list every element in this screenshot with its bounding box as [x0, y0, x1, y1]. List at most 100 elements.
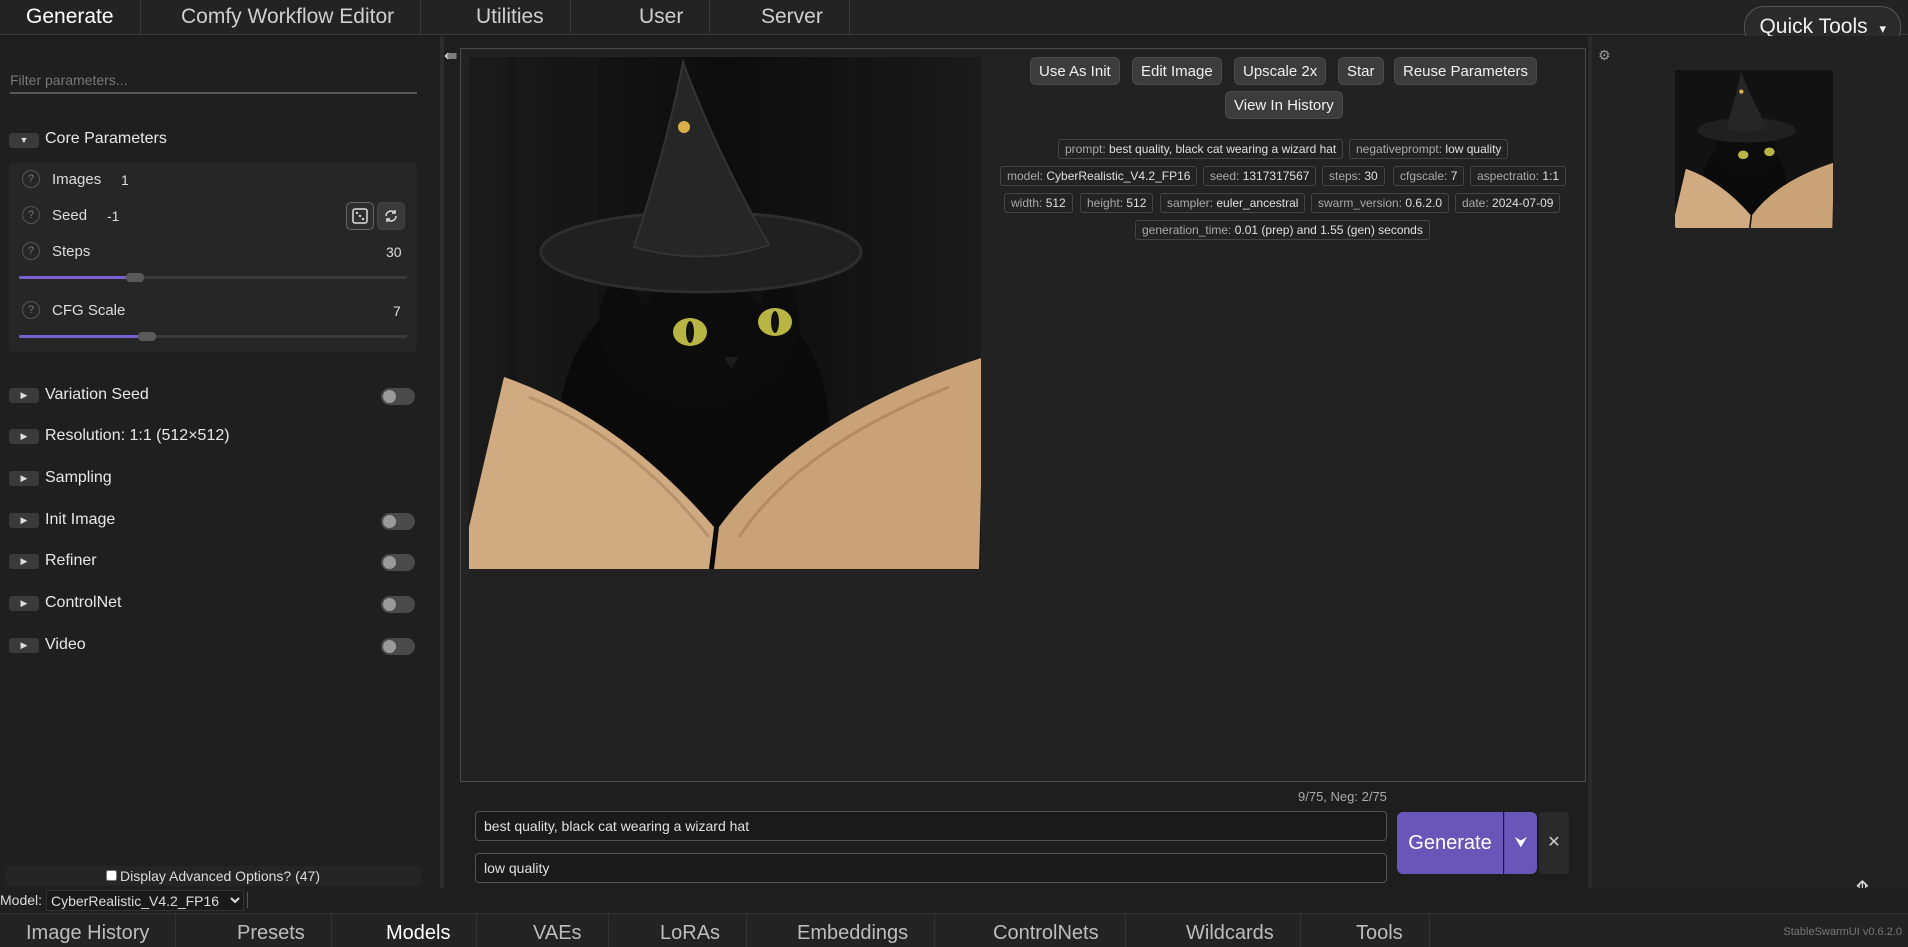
meta-key: date: [1462, 196, 1489, 210]
meta-key: swarm_version: [1318, 196, 1403, 210]
expand-icon[interactable]: ▶ [9, 554, 39, 569]
steps-slider-thumb[interactable] [126, 273, 145, 282]
expand-icon[interactable]: ▶ [9, 471, 39, 486]
init-image-toggle[interactable] [381, 513, 415, 530]
group-init-image[interactable]: Init Image [45, 511, 115, 529]
help-icon[interactable]: ? [22, 170, 40, 188]
cfg-scale-value[interactable]: 7 [393, 303, 401, 319]
help-icon[interactable]: ? [22, 242, 40, 260]
meta-value: euler_ancestral [1216, 196, 1299, 210]
meta-swarm-version: swarm_version: 0.6.2.0 [1311, 193, 1450, 213]
tab-vaes[interactable]: VAEs [507, 914, 609, 947]
group-video[interactable]: Video [45, 636, 86, 654]
negative-prompt-input[interactable]: low quality [475, 853, 1387, 883]
images-value[interactable]: 1 [121, 172, 129, 188]
gear-icon[interactable]: ⚙ [1598, 47, 1611, 64]
core-parameters-collapse-icon[interactable]: ▼ [9, 133, 39, 148]
model-select[interactable]: CyberRealistic_V4.2_FP16 [46, 890, 244, 911]
images-label: Images [52, 171, 102, 188]
meta-value: 1317317567 [1242, 169, 1310, 183]
refiner-toggle[interactable] [381, 554, 415, 571]
bottom-tabs: Image History Presets Models VAEs LoRAs … [0, 913, 1908, 947]
meta-key: height: [1087, 196, 1124, 210]
reuse-parameters-button[interactable]: Reuse Parameters [1394, 57, 1538, 85]
group-refiner[interactable]: Refiner [45, 552, 97, 570]
token-count: 9/75, Neg: 2/75 [1298, 789, 1387, 804]
steps-label: Steps [52, 243, 91, 260]
expand-icon[interactable]: ▶ [9, 638, 39, 653]
tab-loras[interactable]: LoRAs [634, 914, 748, 947]
seed-label: Seed [52, 207, 88, 224]
meta-width: width: 512 [1004, 193, 1073, 213]
expand-icon[interactable]: ▶ [9, 596, 39, 611]
cfg-slider-thumb[interactable] [138, 332, 157, 341]
generate-button[interactable]: Generate [1397, 812, 1503, 874]
chevron-down-icon: ▾ [1879, 21, 1886, 36]
seed-value[interactable]: -1 [107, 208, 119, 224]
core-parameters-header[interactable]: Core Parameters [45, 130, 167, 148]
tab-image-history[interactable]: Image History [0, 914, 177, 947]
meta-key: aspectratio: [1477, 169, 1540, 183]
generated-image[interactable] [469, 57, 981, 569]
group-resolution[interactable]: Resolution: 1:1 (512×512) [45, 427, 230, 445]
generate-dropdown-icon[interactable]: ⮟ [1504, 812, 1537, 874]
reuse-seed-button[interactable] [377, 202, 405, 230]
history-thumbnail[interactable] [1675, 70, 1833, 228]
advanced-options-label[interactable]: Display Advanced Options? (47) [120, 868, 320, 884]
steps-value[interactable]: 30 [386, 244, 402, 260]
advanced-options-checkbox[interactable] [106, 870, 117, 881]
tab-embeddings[interactable]: Embeddings [771, 914, 936, 947]
meta-value: 30 [1364, 169, 1378, 183]
filter-parameters-input[interactable] [10, 68, 417, 94]
tab-tools[interactable]: Tools [1330, 914, 1430, 947]
meta-date: date: 2024-07-09 [1455, 193, 1561, 213]
cfg-scale-slider[interactable] [19, 332, 407, 341]
meta-aspectratio: aspectratio: 1:1 [1470, 166, 1567, 186]
cat-wizard-thumbnail [1675, 70, 1833, 228]
group-variation-seed[interactable]: Variation Seed [45, 386, 149, 404]
help-icon[interactable]: ? [22, 301, 40, 319]
meta-value: 1:1 [1542, 169, 1560, 183]
variation-seed-toggle[interactable] [381, 388, 415, 405]
tab-wildcards[interactable]: Wildcards [1160, 914, 1301, 947]
tab-controlnets[interactable]: ControlNets [967, 914, 1126, 947]
meta-generation-time: generation_time: 0.01 (prep) and 1.55 (g… [1135, 220, 1430, 240]
edit-image-button[interactable]: Edit Image [1132, 57, 1222, 85]
controlnet-toggle[interactable] [381, 596, 415, 613]
expand-icon[interactable]: ▶ [9, 388, 39, 403]
expand-icon[interactable]: ▶ [9, 429, 39, 444]
collapse-left-panel-icon[interactable]: ⇚ [444, 46, 457, 66]
group-controlnet[interactable]: ControlNet [45, 594, 121, 612]
meta-value: 512 [1045, 196, 1066, 210]
view-in-history-button[interactable]: View In History [1225, 91, 1343, 119]
tab-server[interactable]: Server [735, 0, 850, 34]
tab-comfy-workflow-editor[interactable]: Comfy Workflow Editor [155, 0, 422, 34]
group-sampling[interactable]: Sampling [45, 469, 112, 487]
tab-utilities[interactable]: Utilities [450, 0, 571, 34]
meta-negativeprompt: negativeprompt: low quality [1349, 139, 1509, 159]
model-label: Model: [0, 892, 43, 908]
advanced-options-row: Display Advanced Options? (47) [5, 866, 421, 886]
cancel-generation-icon[interactable]: ✕ [1539, 812, 1569, 874]
meta-value: best quality, black cat wearing a wizard… [1109, 142, 1337, 156]
steps-slider-fill [19, 276, 136, 279]
steps-slider[interactable] [19, 273, 407, 282]
meta-key: width: [1011, 196, 1043, 210]
panel-splitter[interactable] [440, 36, 444, 888]
video-toggle[interactable] [381, 638, 415, 655]
upscale-2x-button[interactable]: Upscale 2x [1234, 57, 1327, 85]
random-seed-dice-button[interactable] [346, 202, 374, 230]
tab-models[interactable]: Models [360, 914, 478, 947]
expand-icon[interactable]: ▶ [9, 513, 39, 528]
meta-height: height: 512 [1080, 193, 1154, 213]
use-as-init-button[interactable]: Use As Init [1030, 57, 1120, 85]
cfg-slider-fill [19, 335, 148, 338]
meta-key: sampler: [1167, 196, 1214, 210]
meta-key: seed: [1210, 169, 1240, 183]
tab-user[interactable]: User [613, 0, 711, 34]
prompt-input[interactable]: best quality, black cat wearing a wizard… [475, 811, 1387, 841]
tab-presets[interactable]: Presets [211, 914, 332, 947]
tab-generate[interactable]: Generate [0, 0, 141, 34]
star-button[interactable]: Star [1338, 57, 1384, 85]
help-icon[interactable]: ? [22, 206, 40, 224]
